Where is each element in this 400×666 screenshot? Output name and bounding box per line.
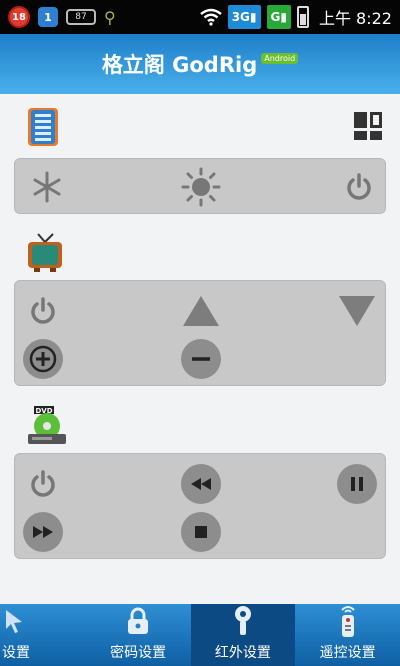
stop-icon[interactable] — [181, 512, 221, 552]
rewind-icon[interactable] — [181, 464, 221, 504]
tab-label: 密码设置 — [110, 645, 167, 661]
sync-icon: 1 — [38, 7, 58, 27]
network-3g-icon: 3G ▮ — [227, 5, 261, 29]
tv-power-icon[interactable] — [23, 291, 63, 331]
grid-cell — [369, 130, 382, 140]
tv-icon[interactable] — [26, 232, 64, 274]
app-header: 格立阁 GodRig Android — [0, 34, 400, 94]
tab-settings[interactable]: 设置 — [0, 604, 86, 666]
grid-cell — [354, 112, 367, 128]
tab-label: 设置 — [2, 645, 30, 661]
pause-icon[interactable] — [337, 464, 377, 504]
status-bar: 18 1 87 ⚲ 3G ▮ G ▮ 上午 8:22 — [0, 0, 400, 34]
ac-control-panel — [14, 158, 386, 214]
pointer-icon — [2, 606, 28, 636]
dvd-control-panel — [14, 453, 386, 559]
tab-label: 遥控设置 — [319, 645, 376, 661]
sun-icon[interactable] — [181, 167, 221, 207]
tab-label: 红外设置 — [214, 645, 271, 661]
ac-power-icon[interactable] — [339, 167, 379, 207]
wifi-icon — [199, 8, 222, 26]
battery-icon — [296, 6, 309, 28]
volume-up-icon[interactable] — [23, 339, 63, 379]
volume-down-icon[interactable] — [181, 339, 221, 379]
dvd-player-icon[interactable]: DVD — [26, 404, 68, 446]
snowflake-icon[interactable] — [27, 167, 67, 207]
remote-icon — [335, 606, 361, 637]
channel-up-icon[interactable] — [179, 291, 223, 331]
bottom-tab-bar: 设置 密码设置 红外设置 遥控设置 — [0, 604, 400, 666]
grid-cell — [354, 130, 367, 140]
lock-icon — [125, 606, 151, 636]
grid-cell — [369, 112, 382, 128]
ir-emitter-icon — [230, 606, 256, 636]
network-g-icon: G ▮ — [266, 5, 291, 29]
air-conditioner-icon[interactable] — [26, 106, 64, 148]
dvd-power-icon[interactable] — [23, 464, 63, 504]
fast-forward-icon[interactable] — [23, 512, 63, 552]
status-clock: 上午 8:22 — [318, 9, 392, 28]
notification-badge: 18 — [8, 6, 30, 28]
channel-down-icon[interactable] — [335, 291, 379, 331]
platform-tag: Android — [261, 52, 299, 64]
tab-remote-settings[interactable]: 遥控设置 — [295, 604, 400, 666]
app-title: 格立阁 GodRig — [101, 53, 258, 77]
network-3g-label: 3G — [231, 10, 250, 24]
battery-percent-icon: 87 — [66, 9, 96, 25]
tab-password-settings[interactable]: 密码设置 — [86, 604, 191, 666]
usb-icon: ⚲ — [104, 7, 116, 27]
tab-ir-settings[interactable]: 红外设置 — [190, 604, 296, 666]
tv-control-panel — [14, 280, 386, 386]
grid-menu-icon[interactable] — [354, 112, 382, 140]
network-g-label: G — [270, 10, 281, 24]
